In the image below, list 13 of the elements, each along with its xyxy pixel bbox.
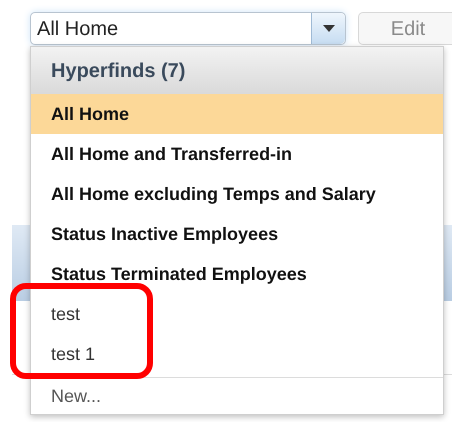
- select-field[interactable]: All Home: [30, 12, 346, 45]
- menu-header: Hyperfinds (7): [31, 47, 443, 94]
- caret-icon: [322, 25, 334, 32]
- menu-item[interactable]: All Home and Transferred-in: [31, 134, 443, 174]
- menu-item[interactable]: All Home excluding Temps and Salary: [31, 174, 443, 214]
- dropdown-button[interactable]: [311, 13, 345, 44]
- menu-item[interactable]: test: [31, 294, 443, 334]
- menu-item[interactable]: test 1: [31, 334, 443, 374]
- new-item[interactable]: New...: [31, 378, 443, 414]
- menu-item[interactable]: Status Inactive Employees: [31, 214, 443, 254]
- menu-item[interactable]: Status Terminated Employees: [31, 254, 443, 294]
- select-value: All Home: [36, 16, 118, 42]
- menu-item[interactable]: All Home: [31, 94, 443, 134]
